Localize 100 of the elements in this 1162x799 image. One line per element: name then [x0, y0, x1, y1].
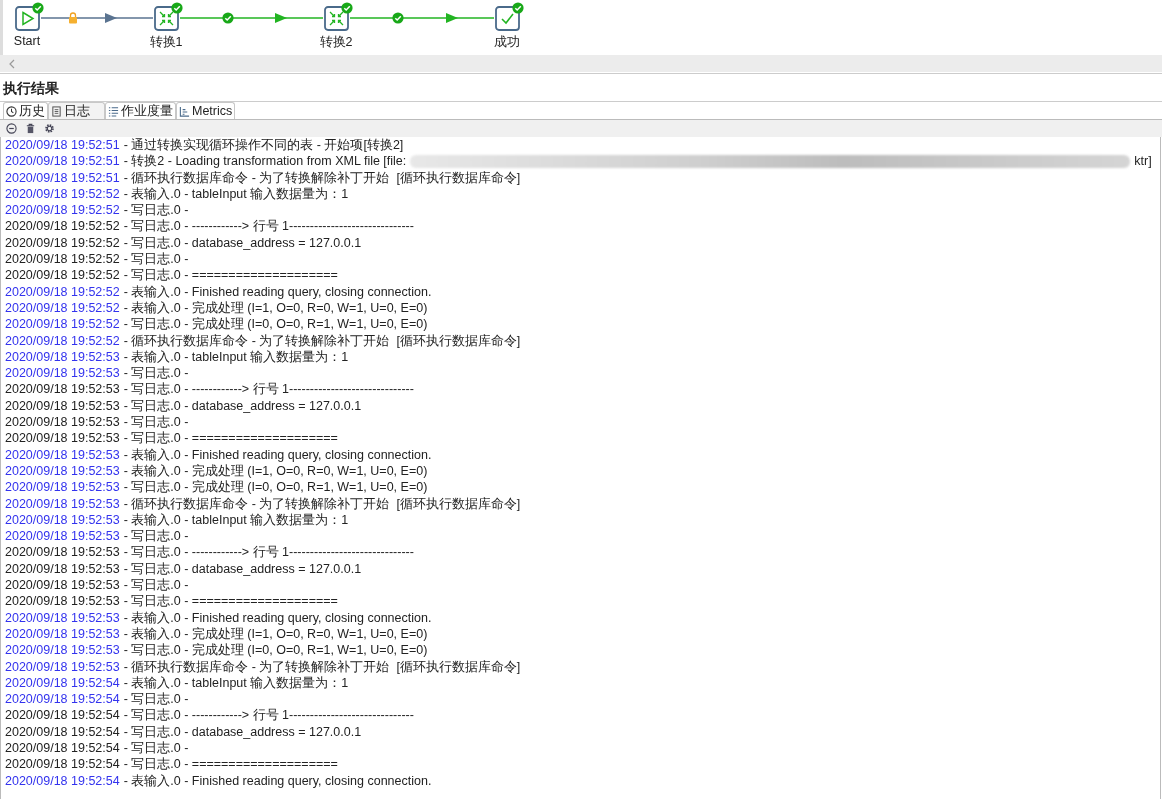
chart-icon [179, 105, 190, 117]
log-timestamp: 2020/09/18 19:52:53 [5, 462, 120, 480]
log-timestamp: 2020/09/18 19:52:52 [5, 332, 120, 349]
log-message: - 写日志.0 - [123, 202, 189, 219]
log-message: - 写日志.0 - ------------> 行号 1------------------------------ [123, 544, 414, 561]
log-message: - 写日志.0 - [123, 577, 189, 594]
log-message: - 写日志.0 - ------------> 行号 1------------------------------ [123, 381, 414, 398]
stop-icon[interactable] [6, 123, 17, 134]
log-timestamp: 2020/09/18 19:52:54 [5, 707, 120, 724]
log-message: - 表输入.0 - tableInput 输入数据量为：1 [123, 185, 349, 203]
log-message: - 写日志.0 - [123, 740, 189, 757]
log-timestamp: 2020/09/18 19:52:54 [5, 723, 120, 740]
log-timestamp: 2020/09/18 19:52:54 [5, 772, 120, 789]
log-message: - 写日志.0 - ==================== [123, 267, 338, 284]
checkmark-icon[interactable] [495, 6, 520, 31]
log-message: - 写日志.0 - ==================== [123, 593, 338, 610]
horizontal-scrollbar[interactable] [0, 55, 1162, 72]
log-message: - 写日志.0 - [123, 365, 189, 382]
log-message: - 写日志.0 - database_address = 127.0.0.1 [123, 560, 362, 577]
log-timestamp: 2020/09/18 19:52:53 [5, 414, 120, 431]
log-timestamp: 2020/09/18 19:52:53 [5, 577, 120, 594]
log-message: - 循环执行数据库命令 - 为了转换解除补丁开始 [循环执行数据库命令] [123, 495, 521, 512]
log-timestamp: 2020/09/18 19:52:52 [5, 283, 120, 300]
log-message: ktr] [1134, 153, 1152, 170]
tab[interactable]: 作业度量 [105, 102, 176, 119]
log-message: - 循环执行数据库命令 - 为了转换解除补丁开始 [循环执行数据库命令] [123, 332, 521, 349]
settings-icon[interactable] [44, 123, 55, 134]
log-timestamp: 2020/09/18 19:52:53 [5, 430, 120, 447]
log-timestamp: 2020/09/18 19:52:52 [5, 299, 120, 317]
log-timestamp: 2020/09/18 19:52:52 [5, 218, 120, 235]
step-label: 成功 [494, 34, 520, 51]
log-message: - 表输入.0 - 完成处理 (I=1, O=0, R=0, W=1, U=0, E=0) [123, 299, 428, 317]
log-message: - 写日志.0 - ------------> 行号 1------------------------------ [123, 218, 414, 235]
log-timestamp: 2020/09/18 19:52:51 [5, 169, 120, 186]
log-timestamp: 2020/09/18 19:52:53 [5, 658, 120, 675]
trash-icon[interactable] [25, 123, 36, 134]
log-timestamp: 2020/09/18 19:52:52 [5, 234, 120, 252]
log-message: - 表输入.0 - Finished reading query, closing connection. [123, 772, 432, 789]
log-timestamp: 2020/09/18 19:52:52 [5, 202, 120, 219]
log-message: - 写日志.0 - ==================== [123, 756, 338, 773]
log-message: - 循环执行数据库命令 - 为了转换解除补丁开始 [循环执行数据库命令] [123, 658, 521, 675]
list-icon [108, 105, 119, 117]
log-message: - 表输入.0 - 完成处理 (I=1, O=0, R=0, W=1, U=0, E=0) [123, 462, 428, 480]
log-message: - 表输入.0 - Finished reading query, closing connection. [123, 283, 432, 300]
log-message: - 循环执行数据库命令 - 为了转换解除补丁开始 [循环执行数据库命令] [123, 169, 521, 186]
log-message: - 写日志.0 - [123, 251, 189, 268]
log-message: - 写日志.0 - database_address = 127.0.0.1 [123, 397, 362, 415]
log-timestamp: 2020/09/18 19:52:53 [5, 446, 120, 463]
log-timestamp: 2020/09/18 19:52:54 [5, 674, 120, 692]
log-timestamp: 2020/09/18 19:52:52 [5, 316, 120, 333]
play-icon[interactable] [15, 6, 40, 31]
log-timestamp: 2020/09/18 19:52:53 [5, 381, 120, 398]
log-timestamp: 2020/09/18 19:52:53 [5, 365, 120, 382]
log-message: - 写日志.0 - [123, 528, 189, 545]
log-timestamp: 2020/09/18 19:52:53 [5, 348, 120, 366]
step-label: 转换2 [319, 34, 353, 51]
log-timestamp: 2020/09/18 19:52:54 [5, 756, 120, 773]
log-message: - 写日志.0 - database_address = 127.0.0.1 [123, 723, 362, 740]
log-message: - 写日志.0 - ==================== [123, 430, 338, 447]
tab[interactable]: 历史 [3, 102, 48, 119]
log-timestamp: 2020/09/18 19:52:51 [5, 137, 120, 154]
arrows-inward-icon[interactable] [154, 6, 179, 31]
check-icon [392, 12, 404, 24]
log-timestamp: 2020/09/18 19:52:53 [5, 642, 120, 659]
log-message: - 写日志.0 - ------------> 行号 1------------------------------ [123, 707, 414, 724]
log-timestamp: 2020/09/18 19:52:52 [5, 267, 120, 284]
tab[interactable]: Metrics [176, 102, 236, 119]
log-message: - 表输入.0 - Finished reading query, closing connection. [123, 446, 432, 463]
log-timestamp: 2020/09/18 19:52:53 [5, 495, 120, 512]
log-message: - 写日志.0 - 完成处理 (I=0, O=0, R=1, W=1, U=0, E=0) [123, 316, 428, 333]
log-timestamp: 2020/09/18 19:52:52 [5, 185, 120, 203]
log-timestamp: 2020/09/18 19:52:53 [5, 528, 120, 545]
log-message: - 通过转换实现循环操作不同的表 - 开始项[转换2] [123, 137, 404, 154]
log-timestamp: 2020/09/18 19:52:53 [5, 625, 120, 643]
tab[interactable]: 日志 [48, 102, 105, 119]
log-timestamp: 2020/09/18 19:52:52 [5, 251, 120, 268]
log-timestamp: 2020/09/18 19:52:51 [5, 153, 120, 170]
log-timestamp: 2020/09/18 19:52:53 [5, 479, 120, 496]
log-timestamp: 2020/09/18 19:52:54 [5, 691, 120, 708]
log-message: - 表输入.0 - 完成处理 (I=1, O=0, R=0, W=1, U=0, E=0) [123, 625, 428, 643]
log-timestamp: 2020/09/18 19:52:53 [5, 544, 120, 561]
step-label: Start [13, 34, 41, 48]
arrows-inward-icon[interactable] [324, 6, 349, 31]
log-message: - 写日志.0 - 完成处理 (I=0, O=0, R=1, W=1, U=0, E=0) [123, 642, 428, 659]
log-message: - 转换2 - Loading transformation from XML file [file: [123, 153, 407, 170]
lock-icon [67, 12, 79, 24]
log-message: - 表输入.0 - Finished reading query, closing connection. [123, 609, 432, 626]
log-timestamp: 2020/09/18 19:52:53 [5, 560, 120, 577]
step-label: 转换1 [149, 34, 183, 51]
log-timestamp: 2020/09/18 19:52:54 [5, 740, 120, 757]
log-message: - 写日志.0 - database_address = 127.0.0.1 [123, 234, 362, 252]
log-message: - 写日志.0 - [123, 691, 189, 708]
log-message: - 写日志.0 - 完成处理 (I=0, O=0, R=1, W=1, U=0, E=0) [123, 479, 428, 496]
document-icon [51, 105, 62, 117]
log-message: - 表输入.0 - tableInput 输入数据量为：1 [123, 511, 349, 529]
clock-icon [6, 105, 17, 117]
log-message: - 表输入.0 - tableInput 输入数据量为：1 [123, 674, 349, 692]
log-timestamp: 2020/09/18 19:52:53 [5, 609, 120, 626]
log-message: - 写日志.0 - [123, 414, 189, 431]
log-timestamp: 2020/09/18 19:52:53 [5, 511, 120, 529]
